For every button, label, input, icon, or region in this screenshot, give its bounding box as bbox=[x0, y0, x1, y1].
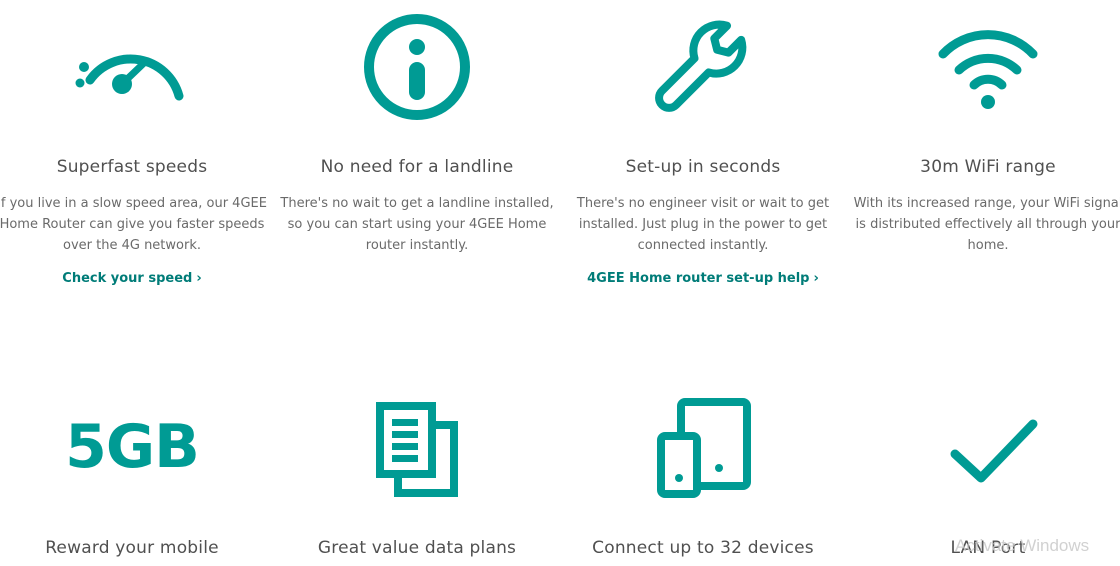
activate-windows-watermark: Activate Windows bbox=[955, 536, 1090, 555]
checkmark-icon bbox=[950, 419, 1038, 483]
feature-description: If you live in a slow speed area, our 4G… bbox=[0, 196, 267, 253]
feature-title: Great value data plans bbox=[317, 538, 517, 558]
link-label: Check your speed bbox=[62, 271, 193, 286]
5gb-icon-text: 5GB bbox=[65, 412, 200, 482]
feature-title: Set-up in seconds bbox=[625, 157, 781, 177]
check-speed-link[interactable]: Check your speed › bbox=[0, 271, 275, 286]
info-icon bbox=[364, 14, 470, 120]
speedometer-icon bbox=[75, 54, 184, 101]
feature-data-plans: Great value data plans bbox=[274, 380, 560, 566]
feature-no-landline: No need for a landline There's no wait t… bbox=[274, 0, 560, 300]
feature-title: 30m WiFi range bbox=[920, 157, 1056, 177]
feature-title: Superfast speeds bbox=[56, 157, 208, 177]
feature-title: Reward your mobile bbox=[45, 538, 219, 558]
documents-icon bbox=[376, 402, 458, 497]
router-setup-help-link[interactable]: 4GEE Home router set-up help › bbox=[560, 271, 846, 286]
features-page: Superfast speeds If you live in a slow s… bbox=[0, 0, 1120, 566]
feature-connect-devices: Connect up to 32 devices bbox=[560, 380, 846, 566]
wifi-icon bbox=[938, 30, 1038, 109]
link-label: 4GEE Home router set-up help bbox=[587, 271, 810, 286]
chevron-right-icon: › bbox=[813, 271, 819, 286]
feature-title: Connect up to 32 devices bbox=[592, 538, 814, 558]
feature-description: There's no engineer visit or wait to get… bbox=[576, 196, 830, 253]
feature-description: With its increased range, your WiFi sign… bbox=[853, 196, 1120, 253]
feature-setup-seconds: Set-up in seconds There's no engineer vi… bbox=[560, 0, 846, 300]
feature-description: There's no wait to get a landline instal… bbox=[280, 196, 554, 253]
wrench-icon bbox=[655, 20, 747, 112]
feature-wifi-range: 30m WiFi range With its increased range,… bbox=[845, 0, 1120, 300]
5gb-icon: 5GB bbox=[0, 412, 275, 482]
feature-superfast-speeds: Superfast speeds If you live in a slow s… bbox=[0, 0, 275, 300]
devices-icon bbox=[657, 398, 751, 498]
feature-title: No need for a landline bbox=[320, 157, 514, 177]
chevron-right-icon: › bbox=[196, 271, 202, 286]
feature-reward-mobile: 5GB Reward your mobile bbox=[0, 380, 275, 566]
